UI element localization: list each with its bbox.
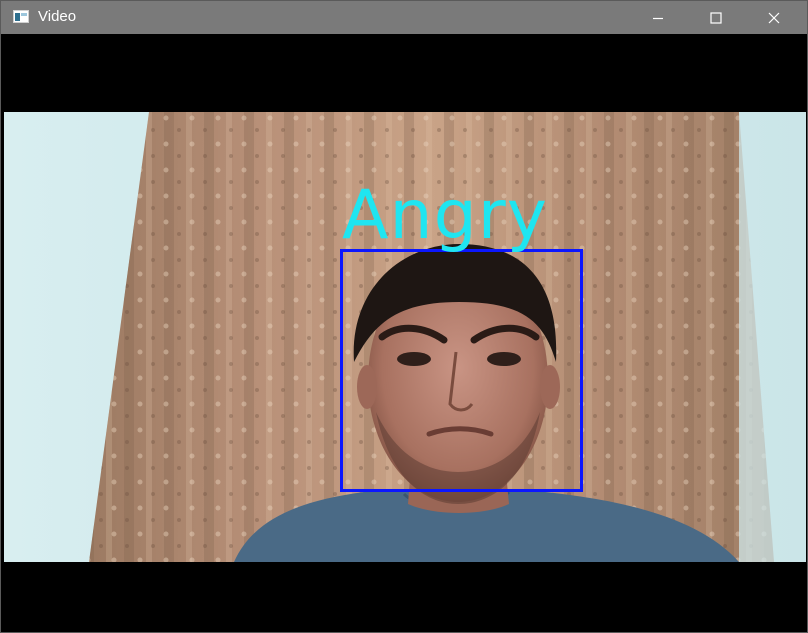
title-bar[interactable]: Video [1, 1, 807, 34]
maximize-icon [710, 11, 722, 24]
minimize-button[interactable] [635, 1, 681, 34]
close-button[interactable] [751, 1, 797, 34]
video-canvas: Angry [4, 36, 806, 632]
emotion-label: Angry [342, 176, 548, 255]
minimize-icon [653, 17, 663, 19]
close-icon [768, 12, 780, 23]
video-window: Video Angry [0, 0, 808, 633]
app-window-icon [13, 10, 29, 23]
maximize-button[interactable] [693, 1, 739, 34]
face-detection-box [340, 249, 583, 492]
webcam-frame: Angry [4, 112, 806, 562]
window-title: Video [38, 8, 77, 25]
